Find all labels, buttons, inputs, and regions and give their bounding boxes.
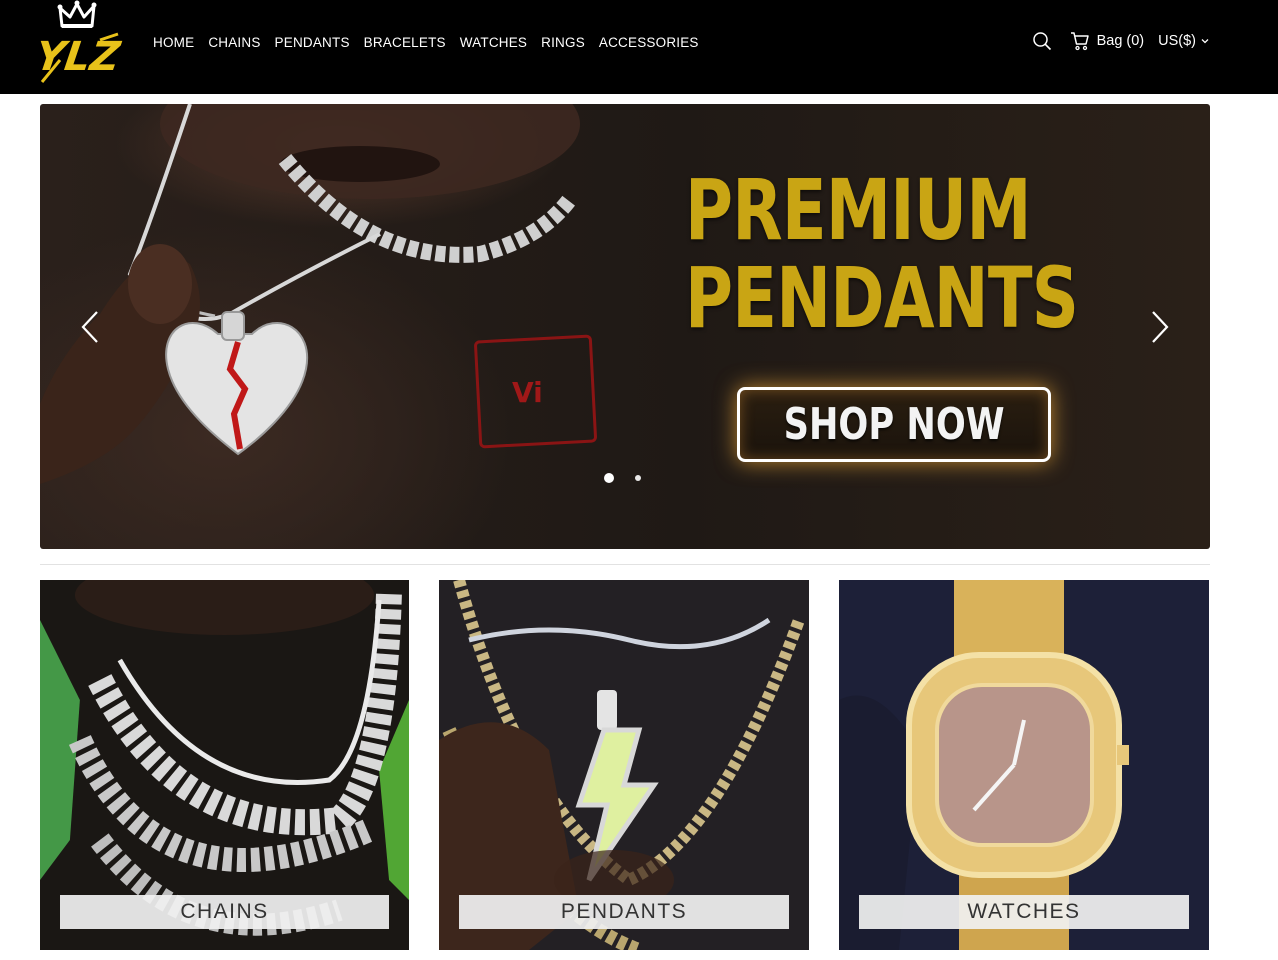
- nav-bracelets[interactable]: BRACELETS: [364, 35, 446, 51]
- section-divider: [40, 564, 1210, 565]
- header-actions: Bag (0) US($): [1032, 31, 1210, 51]
- svg-text:YLZ: YLZ: [40, 34, 123, 80]
- site-header: YLZ HOME CHAINS PENDANTS BRACELETS WATCH…: [0, 0, 1278, 94]
- bag-label: Bag: [1096, 33, 1123, 49]
- category-label-watches: WATCHES: [859, 895, 1189, 929]
- slider-dot-1[interactable]: [604, 473, 614, 483]
- chevron-down-icon: [1201, 39, 1209, 44]
- bag-count: (0): [1126, 33, 1145, 49]
- bag-button[interactable]: Bag (0): [1070, 31, 1145, 51]
- currency-label: US($): [1158, 33, 1196, 49]
- shop-now-button[interactable]: SHOP NOW: [737, 387, 1051, 462]
- category-label-pendants: PENDANTS: [459, 895, 789, 929]
- hero-title: PREMIUM PENDANTS: [685, 161, 1079, 347]
- nav-accessories[interactable]: ACCESSORIES: [599, 35, 699, 51]
- nav-chains[interactable]: CHAINS: [208, 35, 260, 51]
- shop-now-label: SHOP NOW: [783, 399, 1005, 450]
- slider-prev-arrow-icon[interactable]: [78, 309, 102, 345]
- search-icon[interactable]: [1032, 31, 1052, 51]
- crown-logo-icon: YLZ: [40, 0, 123, 83]
- category-tile-chains[interactable]: CHAINS: [40, 580, 409, 950]
- slider-dots: [604, 473, 641, 483]
- cart-icon: [1070, 32, 1089, 51]
- nav-rings[interactable]: RINGS: [541, 35, 585, 51]
- shirt-print-text: Vi: [512, 376, 543, 409]
- brand-logo[interactable]: YLZ: [40, 0, 124, 86]
- slider-dot-2[interactable]: [635, 475, 641, 481]
- slider-next-arrow-icon[interactable]: [1148, 309, 1172, 345]
- nav-watches[interactable]: WATCHES: [460, 35, 527, 51]
- nav-pendants[interactable]: PENDANTS: [275, 35, 350, 51]
- main-nav: HOME CHAINS PENDANTS BRACELETS WATCHES R…: [153, 35, 713, 51]
- hero-title-line1: PREMIUM: [685, 161, 1032, 259]
- category-tile-watches[interactable]: WATCHES: [839, 580, 1209, 950]
- hero-slider[interactable]: Vi PREMIUM PENDANTS SHOP NOW: [40, 104, 1210, 549]
- currency-selector[interactable]: US($): [1158, 33, 1210, 49]
- nav-home[interactable]: HOME: [153, 35, 194, 51]
- category-label-chains: CHAINS: [60, 895, 389, 929]
- hero-title-line2: PENDANTS: [685, 249, 1079, 347]
- category-tile-pendants[interactable]: PENDANTS: [439, 580, 809, 950]
